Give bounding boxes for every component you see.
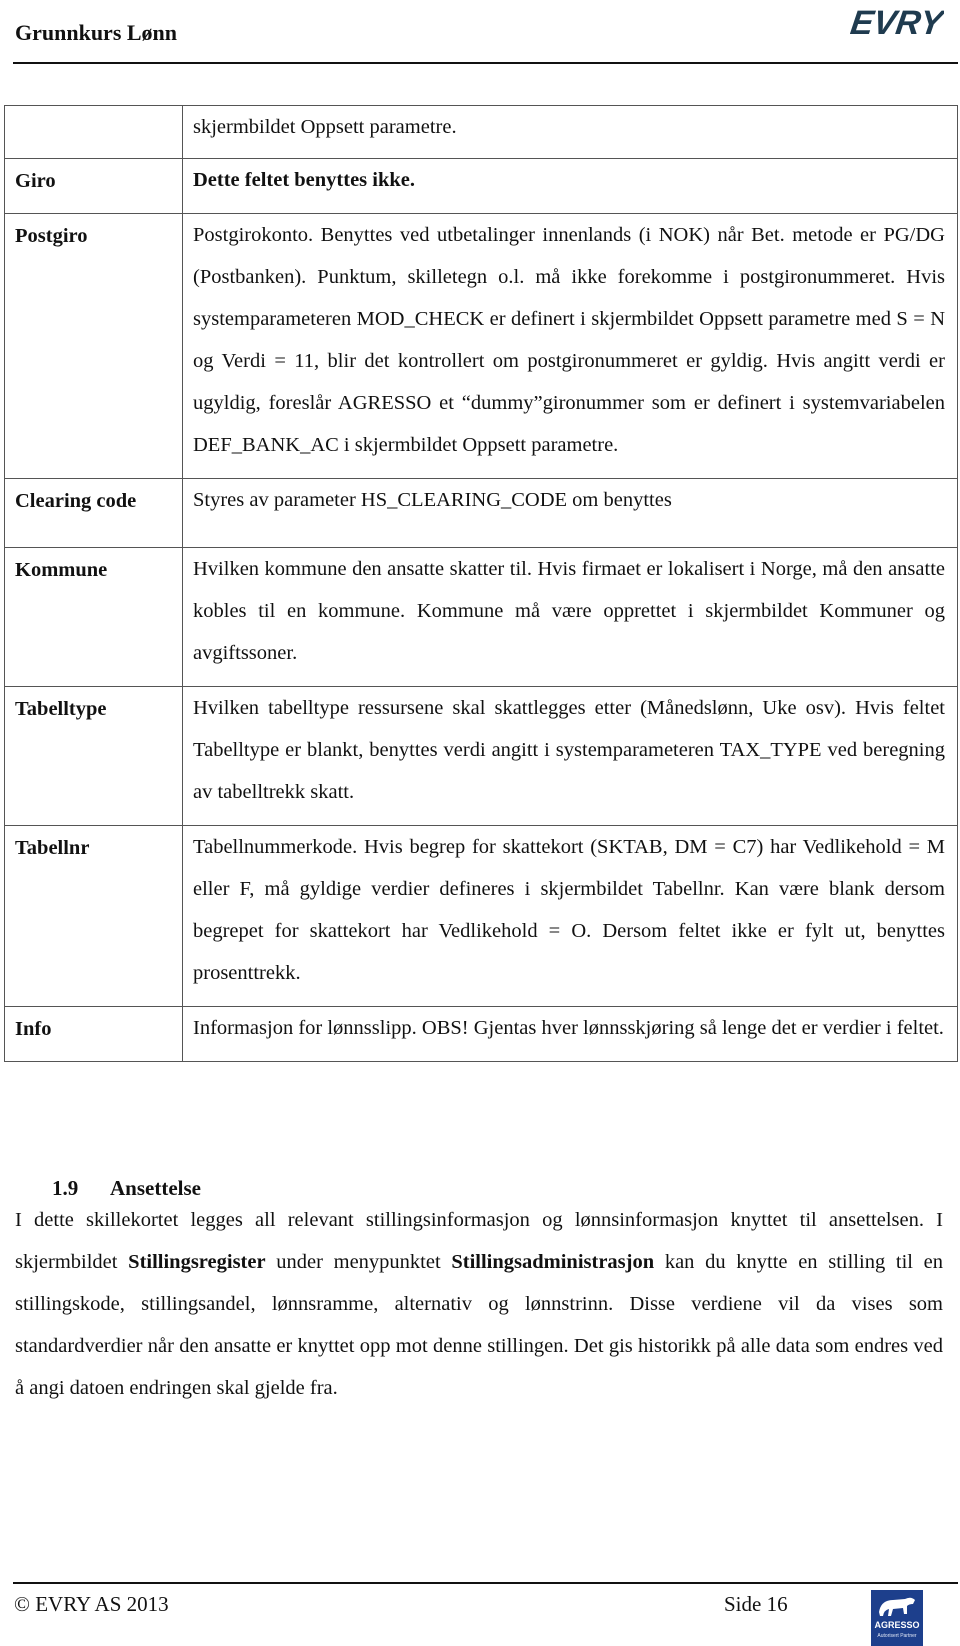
document-header-title: Grunnkurs Lønn: [15, 20, 178, 45]
table-row: Kommune Hvilken kommune den ansatte skat…: [4, 547, 958, 687]
field-label: Kommune: [4, 547, 183, 687]
section-body-paragraph: I dette skillekortet legges all relevant…: [15, 1199, 943, 1409]
table-row: Info Informasjon for lønnsslipp. OBS! Gj…: [4, 1006, 958, 1062]
body-bold-term: Stillingsregister: [128, 1251, 266, 1273]
bull-icon: [879, 1597, 915, 1616]
footer-divider: [13, 1582, 958, 1584]
field-description: skjermbildet Oppsett parametre.: [182, 105, 958, 159]
field-description: Postgirokonto. Benyttes ved utbetalinger…: [182, 213, 958, 479]
field-label: Info: [4, 1006, 183, 1062]
agresso-logo-text: AGRESSO: [874, 1620, 920, 1630]
agresso-bull-logo-icon: AGRESSO Autorisert Partner: [871, 1590, 923, 1646]
body-text: under menypunktet: [265, 1251, 452, 1273]
field-description-text: Tabellnummerkode. Hvis begrep for skatte…: [193, 836, 945, 984]
page-number: Side 16: [724, 1592, 788, 1616]
field-description: Hvilken tabelltype ressursene skal skatt…: [182, 686, 958, 826]
table-row: Tabelltype Hvilken tabelltype ressursene…: [4, 686, 958, 826]
field-description-text: Hvilken tabelltype ressursene skal skatt…: [193, 697, 945, 803]
field-description-text: Postgirokonto. Benyttes ved utbetalinger…: [193, 224, 945, 456]
field-label: Giro: [4, 158, 183, 214]
field-description: Dette feltet benyttes ikke.: [182, 158, 958, 214]
evry-logo-icon: EVRY: [848, 0, 948, 48]
field-description: Styres av parameter HS_CLEARING_CODE om …: [182, 478, 958, 548]
table-row: skjermbildet Oppsett parametre.: [4, 105, 958, 159]
field-description-text: Informasjon for lønnsslipp. OBS! Gjentas…: [193, 1017, 944, 1039]
agresso-logo-subtext: Autorisert Partner: [877, 1633, 917, 1639]
table-row: Giro Dette feltet benyttes ikke.: [4, 158, 958, 214]
field-label: Postgiro: [4, 213, 183, 479]
body-bold-term: Stillingsadministrasjon: [451, 1251, 655, 1273]
section-title: Ansettelse: [110, 1176, 201, 1200]
table-row: Tabellnr Tabellnummerkode. Hvis begrep f…: [4, 825, 958, 1007]
field-description-table: skjermbildet Oppsett parametre. Giro Det…: [4, 105, 958, 1062]
evry-logo-text: EVRY: [850, 4, 944, 42]
section-number: 1.9: [52, 1176, 79, 1200]
field-description: Informasjon for lønnsslipp. OBS! Gjentas…: [182, 1006, 958, 1062]
field-description-text: Hvilken kommune den ansatte skatter til.…: [193, 558, 945, 664]
footer-copyright: © EVRY AS 2013: [14, 1592, 169, 1616]
header-divider: [13, 62, 958, 64]
field-description: Tabellnummerkode. Hvis begrep for skatte…: [182, 825, 958, 1007]
body-text: kan du knytte en stilling til en stillin…: [15, 1251, 943, 1399]
field-description: Hvilken kommune den ansatte skatter til.…: [182, 547, 958, 687]
section-heading: 1.9 Ansettelse: [52, 1176, 201, 1201]
table-row: Clearing code Styres av parameter HS_CLE…: [4, 478, 958, 548]
field-label: Tabellnr: [4, 825, 183, 1007]
field-label: Clearing code: [4, 478, 183, 548]
field-label: [4, 105, 183, 159]
field-description-text: Styres av parameter HS_CLEARING_CODE om …: [193, 489, 672, 511]
table-row: Postgiro Postgirokonto. Benyttes ved utb…: [4, 213, 958, 479]
field-description-text: Dette feltet benyttes ikke.: [193, 169, 416, 191]
field-description-text: skjermbildet Oppsett parametre.: [193, 116, 457, 138]
field-label: Tabelltype: [4, 686, 183, 826]
